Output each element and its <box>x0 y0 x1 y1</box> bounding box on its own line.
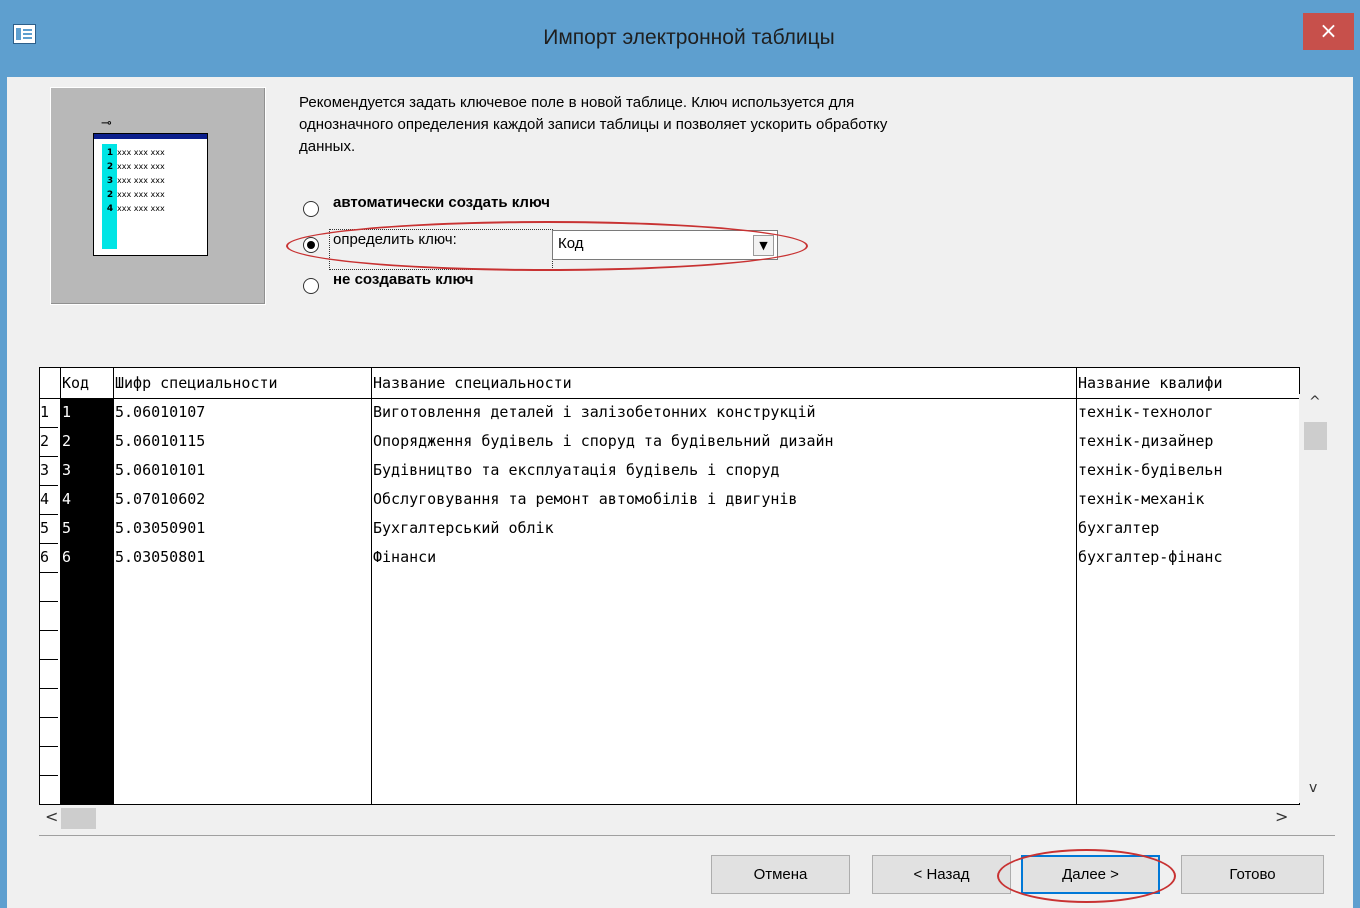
cell-kval: бухгалтер <box>1078 519 1160 537</box>
row-number-empty <box>40 630 58 660</box>
cell-kod: 1 <box>62 403 72 421</box>
close-button[interactable]: × <box>1303 13 1354 50</box>
description-line: данных. <box>299 138 356 155</box>
cell-nazva: Опорядження будівель і споруд та будівел… <box>373 432 834 450</box>
scroll-thumb[interactable] <box>1304 422 1327 450</box>
key-illustration: ⊸ 1 xxx xxx xxx 2 xxx xxx xxx 3 xxx xxx xxx… <box>50 87 266 305</box>
mini-table-icon: 1 xxx xxx xxx 2 xxx xxx xxx 3 xxx xxx xxx 2… <box>93 133 208 256</box>
cell-kod: 5 <box>62 519 72 537</box>
scroll-left-icon[interactable]: < <box>45 807 58 826</box>
vertical-scrollbar[interactable]: ^ v <box>1299 394 1334 803</box>
scroll-thumb-horizontal[interactable] <box>61 808 96 829</box>
cell-kod: 3 <box>62 461 72 479</box>
column-header-kval[interactable]: Название квалифи <box>1078 369 1299 398</box>
column-header-nazva[interactable]: Название специальности <box>373 369 1073 398</box>
cell-shifr: 5.06010115 <box>115 432 206 450</box>
column-header-kod[interactable]: Код <box>62 369 112 398</box>
column-divider <box>60 368 61 804</box>
window-title: Импорт электронной таблицы <box>543 26 835 49</box>
row-number[interactable]: 2 <box>40 427 58 457</box>
window-border-right <box>1353 77 1360 908</box>
cell-kval: технік-будівельн <box>1078 461 1223 479</box>
back-button[interactable]: < Назад <box>872 855 1011 894</box>
window-border-left <box>0 77 7 908</box>
mini-table-row: 2 xxx xxx xxx <box>106 190 165 200</box>
radio-auto-key-label[interactable]: автоматически создать ключ <box>333 194 550 211</box>
column-header-shifr[interactable]: Шифр специальности <box>115 369 370 398</box>
column-divider <box>1076 368 1077 804</box>
description-line: Рекомендуется задать ключевое поле в нов… <box>299 94 855 111</box>
row-number-empty <box>40 746 58 776</box>
cell-shifr: 5.03050901 <box>115 519 206 537</box>
data-preview-grid[interactable]: Код Шифр специальности Название специаль… <box>39 367 1300 805</box>
mini-table-row: 4 xxx xxx xxx <box>106 204 165 214</box>
mini-table-header <box>94 134 207 139</box>
cell-nazva: Фінанси <box>373 548 437 566</box>
row-number-empty <box>40 688 58 718</box>
cell-kod: 4 <box>62 490 72 508</box>
cell-shifr: 5.07010602 <box>115 490 206 508</box>
row-number[interactable]: 1 <box>40 398 58 428</box>
row-number[interactable]: 5 <box>40 514 58 544</box>
row-number-empty <box>40 717 58 747</box>
cell-nazva: Виготовлення деталей і залізобетонних ко… <box>373 403 816 421</box>
mini-table-row: 1 xxx xxx xxx <box>106 148 165 158</box>
cell-kval: технік-дизайнер <box>1078 432 1214 450</box>
description-text: Рекомендуется задать ключевое поле в нов… <box>299 92 1119 158</box>
row-number-empty <box>40 572 58 602</box>
column-divider <box>113 368 114 804</box>
row-number-empty <box>40 775 58 804</box>
column-divider <box>371 368 372 804</box>
cell-kval: бухгалтер-фінанс <box>1078 548 1223 566</box>
highlight-ellipse-next <box>997 849 1176 903</box>
row-number-empty <box>40 659 58 689</box>
cell-nazva: Будівництво та експлуатація будівель і с… <box>373 461 780 479</box>
title-bar: Импорт электронной таблицы × <box>0 0 1360 77</box>
highlight-ellipse-key <box>286 221 808 271</box>
cell-shifr: 5.03050801 <box>115 548 206 566</box>
cell-kod: 2 <box>62 432 72 450</box>
cell-kval: технік-механік <box>1078 490 1205 508</box>
cell-shifr: 5.06010101 <box>115 461 206 479</box>
row-number[interactable]: 3 <box>40 456 58 486</box>
radio-no-key[interactable] <box>303 278 319 294</box>
cell-kod: 6 <box>62 548 72 566</box>
radio-no-key-label[interactable]: не создавать ключ <box>333 271 473 288</box>
radio-auto-key[interactable] <box>303 201 319 217</box>
cell-kval: технік-технолог <box>1078 403 1214 421</box>
cell-shifr: 5.06010107 <box>115 403 206 421</box>
separator-line <box>39 835 1335 836</box>
key-icon: ⊸ <box>101 116 112 131</box>
row-number[interactable]: 6 <box>40 543 58 573</box>
finish-button[interactable]: Готово <box>1181 855 1324 894</box>
scroll-up-icon[interactable]: ^ <box>1309 394 1321 410</box>
scroll-down-icon[interactable]: v <box>1309 780 1317 796</box>
cell-nazva: Бухгалтерський облік <box>373 519 554 537</box>
mini-table-row: 2 xxx xxx xxx <box>106 162 165 172</box>
row-number[interactable]: 4 <box>40 485 58 515</box>
mini-table-row: 3 xxx xxx xxx <box>106 176 165 186</box>
scroll-right-icon[interactable]: > <box>1275 807 1288 826</box>
horizontal-scrollbar[interactable]: < > <box>39 805 1299 832</box>
cell-nazva: Обслуговування та ремонт автомобілів і д… <box>373 490 798 508</box>
description-line: однозначного определения каждой записи т… <box>299 116 888 133</box>
row-number-empty <box>40 601 58 631</box>
cancel-button[interactable]: Отмена <box>711 855 850 894</box>
